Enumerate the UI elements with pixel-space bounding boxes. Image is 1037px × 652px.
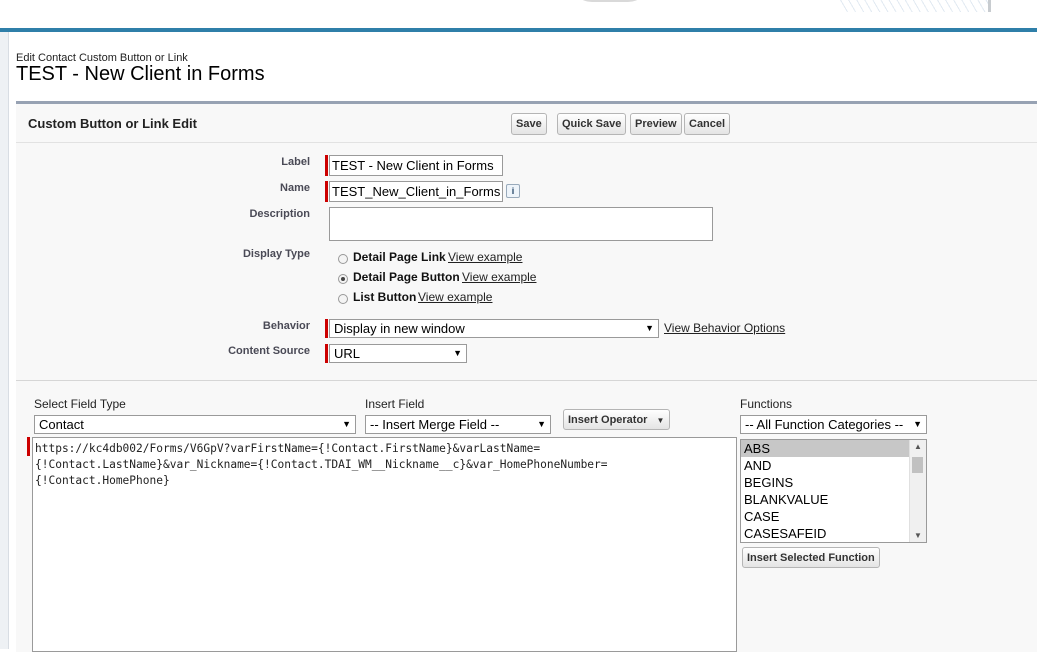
insert-operator-button[interactable]: Insert Operator ▼: [563, 409, 670, 430]
label-input[interactable]: TEST - New Client in Forms: [329, 155, 503, 176]
behavior-value: Display in new window: [334, 321, 465, 336]
required-marker: [27, 437, 30, 456]
insert-field-value: -- Insert Merge Field --: [370, 417, 500, 432]
formula-line: https://kc4db002/Forms/V6GpV?varFirstNam…: [35, 442, 541, 455]
behavior-caption: Behavior: [262, 320, 310, 332]
edit-panel: Custom Button or Link Edit Save Quick Sa…: [16, 101, 1037, 652]
function-category-select[interactable]: -- All Function Categories -- ▼: [740, 415, 927, 434]
radio-detail-page-link[interactable]: [338, 254, 348, 264]
dropdown-arrow-icon: ▼: [342, 419, 351, 429]
function-item[interactable]: AND: [741, 457, 926, 474]
scrollbar-thumb[interactable]: [912, 457, 923, 473]
view-example-link[interactable]: View example: [448, 250, 522, 264]
content-source-value: URL: [334, 346, 361, 361]
banner-graphic: [0, 0, 1037, 28]
quick-save-button[interactable]: Quick Save: [557, 113, 627, 135]
insert-field-caption: Insert Field: [365, 397, 425, 411]
dropdown-arrow-icon: ▼: [645, 323, 654, 333]
top-banner: [0, 0, 1037, 32]
required-marker: [325, 319, 328, 338]
scroll-up-icon[interactable]: ▲: [914, 442, 922, 451]
insert-field-select[interactable]: -- Insert Merge Field -- ▼: [365, 415, 551, 434]
page-title: TEST - New Client in Forms: [16, 63, 265, 85]
name-caption: Name: [280, 182, 310, 194]
formula-line: {!Contact.LastName}&var_Nickname={!Conta…: [35, 458, 608, 471]
dropdown-arrow-icon: ▼: [913, 419, 922, 429]
content-source-select[interactable]: URL ▼: [329, 344, 467, 363]
banner-stripe: [0, 28, 1037, 32]
scroll-down-icon[interactable]: ▼: [914, 531, 922, 540]
view-example-link[interactable]: View example: [418, 290, 492, 304]
required-marker: [325, 155, 328, 176]
required-marker: [325, 181, 328, 202]
dropdown-arrow-icon: ▼: [453, 348, 462, 358]
option-label: List Button: [353, 290, 417, 304]
name-input[interactable]: TEST_New_Client_in_Forms: [329, 181, 503, 202]
banner-shape: [570, 0, 650, 2]
section-divider: [16, 380, 1037, 381]
panel-title: Custom Button or Link Edit: [28, 116, 197, 131]
dropdown-arrow-icon: ▼: [537, 419, 546, 429]
description-caption: Description: [249, 208, 310, 220]
description-textarea[interactable]: [329, 207, 713, 241]
save-button[interactable]: Save: [511, 113, 547, 135]
banner-pattern: [840, 0, 991, 12]
function-item[interactable]: BEGINS: [741, 474, 926, 491]
function-item[interactable]: CASE: [741, 508, 926, 525]
panel-header: Custom Button or Link Edit Save Quick Sa…: [16, 104, 1037, 143]
insert-selected-function-button[interactable]: Insert Selected Function: [742, 547, 880, 568]
required-marker: [325, 344, 328, 363]
option-label: Detail Page Button: [353, 270, 460, 284]
dropdown-arrow-icon: ▼: [656, 416, 665, 425]
insert-operator-label: Insert Operator: [568, 414, 648, 426]
label-caption: Label: [281, 156, 310, 168]
function-item[interactable]: ABS: [741, 440, 926, 457]
select-field-type-caption: Select Field Type: [34, 397, 126, 411]
info-icon[interactable]: i: [506, 184, 520, 198]
radio-list-button[interactable]: [338, 294, 348, 304]
radio-detail-page-button[interactable]: [338, 274, 348, 284]
display-type-caption: Display Type: [242, 248, 310, 260]
formula-line: {!Contact.HomePhone}: [35, 474, 170, 487]
content-source-caption: Content Source: [228, 345, 310, 357]
function-item[interactable]: BLANKVALUE: [741, 491, 926, 508]
left-sidebar-edge: [0, 32, 9, 649]
cancel-button[interactable]: Cancel: [684, 113, 731, 135]
behavior-select[interactable]: Display in new window ▼: [329, 319, 659, 338]
function-category-value: -- All Function Categories --: [745, 417, 904, 432]
field-type-select[interactable]: Contact ▼: [34, 415, 356, 434]
function-item[interactable]: CASESAFEID: [741, 525, 926, 542]
formula-editor[interactable]: https://kc4db002/Forms/V6GpV?varFirstNam…: [32, 437, 737, 652]
functions-listbox[interactable]: ABS AND BEGINS BLANKVALUE CASE CASESAFEI…: [740, 439, 927, 543]
listbox-scrollbar[interactable]: ▲ ▼: [909, 440, 926, 542]
option-label: Detail Page Link: [353, 250, 446, 264]
preview-button[interactable]: Preview: [630, 113, 682, 135]
view-example-link[interactable]: View example: [462, 270, 536, 284]
field-type-value: Contact: [39, 417, 84, 432]
view-behavior-options-link[interactable]: View Behavior Options: [664, 321, 785, 335]
functions-caption: Functions: [740, 397, 793, 411]
